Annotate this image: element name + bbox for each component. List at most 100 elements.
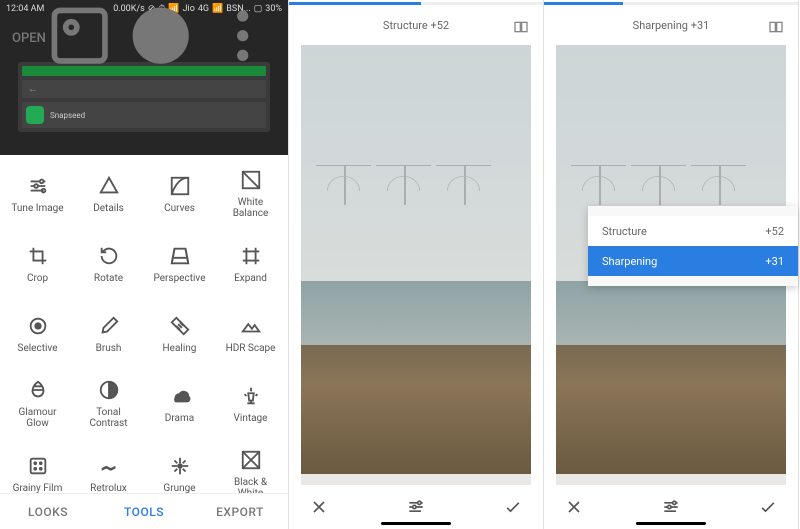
tool-label: Rotate	[94, 273, 123, 284]
tool-label: Expand	[234, 273, 267, 284]
tool-rotate[interactable]: Rotate	[73, 229, 144, 299]
tool-label: Tune Image	[11, 203, 63, 214]
parameter-popup: Structure +52 Sharpening +31	[588, 206, 798, 286]
popup-row-sharpening[interactable]: Sharpening +31	[588, 246, 798, 276]
slider-label: Structure +52	[383, 19, 449, 32]
brush-icon	[98, 315, 120, 337]
tool-label: TonalContrast	[89, 407, 127, 429]
popup-value: +52	[765, 225, 784, 238]
tab-tools[interactable]: TOOLS	[96, 494, 192, 529]
tool-vintage[interactable]: Vintage	[215, 369, 286, 439]
tonal-icon	[98, 379, 120, 401]
tool-perspective[interactable]: Perspective	[144, 229, 215, 299]
image-icon[interactable]	[46, 2, 113, 73]
grunge-icon	[169, 455, 191, 477]
tool-label: Grainy Film	[13, 483, 63, 494]
open-button[interactable]: OPEN	[12, 31, 46, 46]
photo-preview[interactable]	[301, 45, 531, 474]
crop-icon	[27, 245, 49, 267]
tool-grainy[interactable]: Grainy Film	[2, 439, 73, 493]
home-indicator	[381, 522, 451, 525]
curves-icon	[169, 175, 191, 197]
cancel-button[interactable]	[564, 497, 584, 517]
selective-icon	[27, 315, 49, 337]
tool-label: Perspective	[153, 273, 205, 284]
back-icon: ←	[28, 84, 38, 95]
tab-export[interactable]: EXPORT	[192, 494, 288, 529]
snapseed-icon	[26, 106, 44, 124]
tool-bw[interactable]: Black &White	[215, 439, 286, 493]
tool-label: Brush	[96, 343, 122, 354]
tool-selective[interactable]: Selective	[2, 299, 73, 369]
tool-label: Drama	[165, 413, 194, 424]
tool-label: Crop	[27, 273, 48, 284]
tool-label: Grunge	[163, 483, 195, 494]
tool-curves[interactable]: Curves	[144, 159, 215, 229]
adjust-button[interactable]	[406, 497, 426, 517]
compare-icon[interactable]	[513, 19, 529, 35]
bw-icon	[240, 449, 262, 471]
tool-retrolux[interactable]: Retrolux	[73, 439, 144, 493]
cancel-button[interactable]	[309, 497, 329, 517]
tool-label: WhiteBalance	[233, 197, 269, 219]
tool-drama[interactable]: Drama	[144, 369, 215, 439]
tool-grunge[interactable]: Grunge	[144, 439, 215, 493]
sharpening-pane: Sharpening +31 Structure +52 Sharpening …	[544, 0, 799, 529]
popup-row-structure[interactable]: Structure +52	[588, 216, 798, 246]
popup-label: Sharpening	[602, 255, 657, 268]
app-header: OPEN	[0, 18, 288, 58]
tool-white-balance[interactable]: WhiteBalance	[215, 159, 286, 229]
details-icon	[98, 175, 120, 197]
home-indicator	[636, 522, 706, 525]
vintage-icon	[240, 385, 262, 407]
dimmed-overlay: 12:04 AM 0.00K/s ⊘ ⏱ 📶 Jio 4G 📶 BSN... ▢…	[0, 0, 288, 155]
popup-label: Structure	[602, 225, 647, 238]
popup-value: +31	[765, 255, 784, 268]
tool-expand[interactable]: Expand	[215, 229, 286, 299]
status-time: 12:04 AM	[6, 4, 44, 14]
tool-label: Black &White	[234, 477, 267, 493]
rotate-icon	[98, 245, 120, 267]
tool-label: Retrolux	[90, 483, 127, 494]
tool-brush[interactable]: Brush	[73, 299, 144, 369]
tool-label: Curves	[164, 203, 195, 214]
perspective-icon	[169, 245, 191, 267]
expand-icon	[240, 245, 262, 267]
tool-label: Details	[93, 203, 124, 214]
search-bar[interactable]: ←	[22, 80, 266, 98]
tool-hdr[interactable]: HDR Scape	[215, 299, 286, 369]
glamour-icon	[27, 379, 49, 401]
tab-looks[interactable]: LOOKS	[0, 494, 96, 529]
tool-details[interactable]: Details	[73, 159, 144, 229]
tool-tune[interactable]: Tune Image	[2, 159, 73, 229]
healing-icon	[169, 315, 191, 337]
drama-icon	[169, 385, 191, 407]
info-icon[interactable]	[127, 2, 194, 73]
more-icon[interactable]	[209, 2, 276, 73]
slider-label: Sharpening +31	[633, 19, 710, 32]
apply-button[interactable]	[503, 497, 523, 517]
tool-label: HDR Scape	[226, 343, 276, 354]
bottom-tabs: LOOKS TOOLS EXPORT	[0, 493, 288, 529]
apply-button[interactable]	[758, 497, 778, 517]
tune-icon	[27, 175, 49, 197]
tool-label: GlamourGlow	[18, 407, 56, 429]
white-balance-icon	[240, 169, 262, 191]
compare-icon[interactable]	[768, 19, 784, 35]
adjust-button[interactable]	[661, 497, 681, 517]
retrolux-icon	[98, 455, 120, 477]
tool-crop[interactable]: Crop	[2, 229, 73, 299]
tool-glamour[interactable]: GlamourGlow	[2, 369, 73, 439]
tool-label: Vintage	[234, 413, 268, 424]
structure-pane: Structure +52	[289, 0, 544, 529]
tool-label: Healing	[163, 343, 197, 354]
tools-pane: 12:04 AM 0.00K/s ⊘ ⏱ 📶 Jio 4G 📶 BSN... ▢…	[0, 0, 289, 529]
app-result[interactable]: Snapseed	[22, 102, 266, 128]
tool-label: Selective	[18, 343, 58, 354]
tools-grid: Tune Image Details Curves WhiteBalance Crop R…	[0, 155, 288, 493]
app-name: Snapseed	[50, 111, 85, 120]
tool-tonal[interactable]: TonalContrast	[73, 369, 144, 439]
hdr-icon	[240, 315, 262, 337]
tool-healing[interactable]: Healing	[144, 299, 215, 369]
grainy-icon	[27, 455, 49, 477]
